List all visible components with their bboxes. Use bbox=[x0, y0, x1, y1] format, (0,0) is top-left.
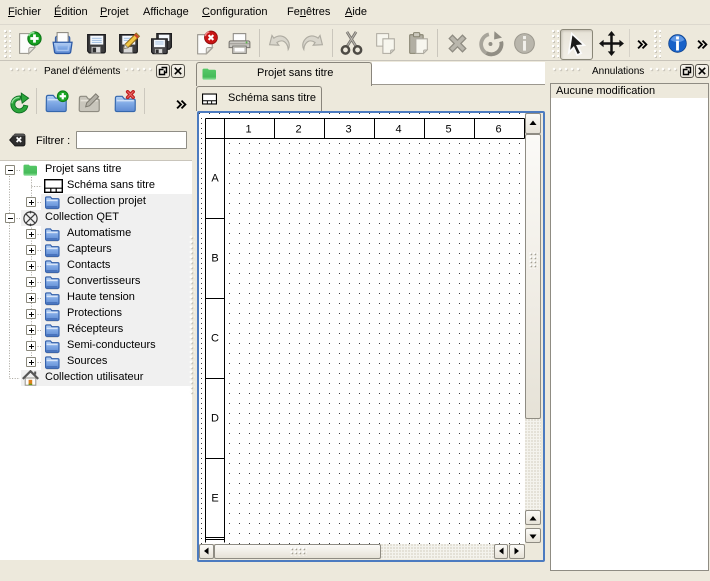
svg-text:6: 6 bbox=[495, 124, 501, 136]
svg-text:C: C bbox=[211, 333, 219, 345]
svg-text:3: 3 bbox=[345, 124, 351, 136]
svg-text:A: A bbox=[211, 173, 219, 185]
svg-text:4: 4 bbox=[395, 124, 401, 136]
svg-text:B: B bbox=[211, 253, 218, 265]
svg-text:2: 2 bbox=[295, 124, 301, 136]
svg-text:5: 5 bbox=[445, 124, 451, 136]
svg-text:1: 1 bbox=[245, 124, 251, 136]
svg-text:D: D bbox=[211, 413, 219, 425]
svg-text:E: E bbox=[211, 493, 218, 505]
